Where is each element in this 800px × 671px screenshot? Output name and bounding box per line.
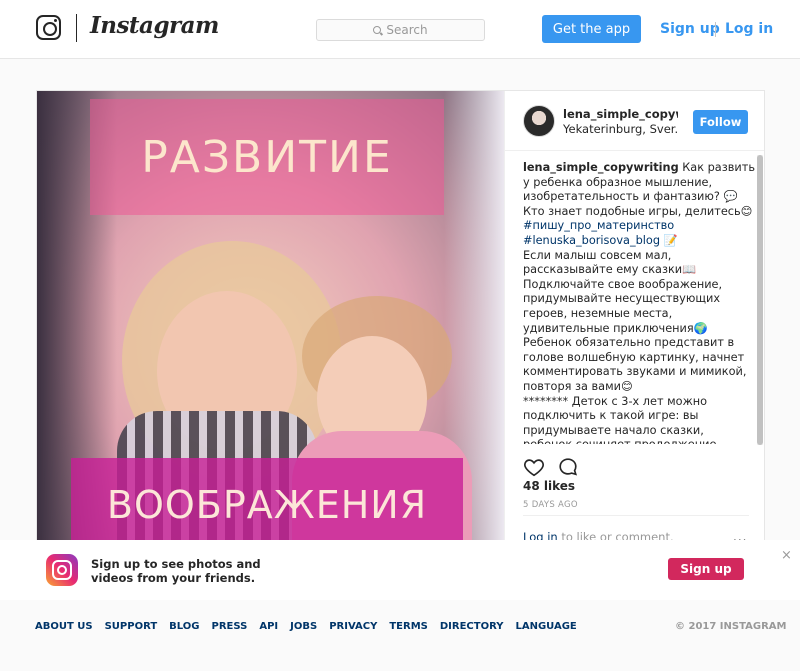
logo-divider — [76, 14, 77, 42]
nav-separator — [715, 22, 716, 37]
caption-username[interactable]: lena_simple_copywriting — [523, 161, 679, 174]
signup-banner: Sign up to see photos and videos from yo… — [0, 540, 800, 600]
photo-text-top: РАЗВИТИЕ — [141, 131, 393, 183]
search-input[interactable]: Search — [316, 19, 485, 41]
footer-link-press[interactable]: PRESS — [212, 621, 248, 632]
post-location[interactable]: Yekaterinburg, Sver... — [563, 122, 678, 136]
post-card: РАЗВИТИЕ ВООБРАЖЕНИЯ lena_simple_copywri… — [36, 90, 765, 550]
footer-link-support[interactable]: SUPPORT — [105, 621, 158, 632]
post-date: 5 DAYS AGO — [523, 500, 578, 510]
instagram-logo-icon[interactable] — [36, 15, 61, 40]
copyright: © 2017 INSTAGRAM — [675, 621, 787, 632]
photo-banner-top: РАЗВИТИЕ — [90, 99, 444, 215]
footer-link-privacy[interactable]: PRIVACY — [329, 621, 377, 632]
log-in-link[interactable]: Log in — [725, 21, 773, 37]
footer-link-api[interactable]: API — [259, 621, 278, 632]
footer-link-about-us[interactable]: ABOUT US — [35, 621, 93, 632]
search-icon — [373, 26, 382, 34]
post-header: lena_simple_copywrit Yekaterinburg, Sver… — [505, 91, 764, 151]
get-the-app-button[interactable]: Get the app — [542, 15, 641, 43]
post-photo[interactable]: РАЗВИТИЕ ВООБРАЖЕНИЯ — [37, 91, 504, 549]
post-username[interactable]: lena_simple_copywrit — [563, 107, 678, 121]
post-actions — [523, 456, 579, 480]
photo-banner-bottom: ВООБРАЖЕНИЯ — [71, 458, 463, 549]
close-icon[interactable]: × — [781, 548, 792, 563]
footer-link-terms[interactable]: TERMS — [389, 621, 428, 632]
footer-link-language[interactable]: LANGUAGE — [515, 621, 576, 632]
caption-scrollbar[interactable] — [757, 155, 763, 445]
top-nav: Instagram Search Get the app Sign up Log… — [0, 0, 800, 59]
instagram-app-icon — [46, 554, 78, 586]
footer-link-blog[interactable]: BLOG — [169, 621, 199, 632]
search-placeholder: Search — [386, 23, 428, 37]
caption-area: lena_simple_copywriting Как развить у ре… — [523, 161, 755, 444]
avatar[interactable] — [523, 105, 555, 137]
comment-icon[interactable] — [557, 456, 579, 478]
instagram-wordmark[interactable]: Instagram — [90, 12, 219, 39]
footer-link-directory[interactable]: DIRECTORY — [440, 621, 504, 632]
sign-up-link[interactable]: Sign up — [660, 21, 720, 37]
signup-banner-text: Sign up to see photos and videos from yo… — [91, 557, 261, 585]
hashtag-link[interactable]: #пишу_про_материнство — [523, 219, 674, 232]
like-count[interactable]: 48 likes — [523, 479, 575, 493]
photo-text-bottom: ВООБРАЖЕНИЯ — [106, 482, 428, 527]
footer-link-jobs[interactable]: JOBS — [290, 621, 317, 632]
footer: ABOUT US SUPPORT BLOG PRESS API JOBS PRI… — [0, 600, 800, 671]
hashtag-link[interactable]: #lenuska_borisova_blog — [523, 234, 660, 247]
caption: lena_simple_copywriting Как развить у ре… — [523, 161, 755, 444]
signup-banner-button[interactable]: Sign up — [668, 558, 744, 580]
follow-button[interactable]: Follow — [693, 110, 748, 134]
footer-links: ABOUT US SUPPORT BLOG PRESS API JOBS PRI… — [35, 621, 577, 632]
caption-text-2: 📝 Если малыш совсем мал, рассказывайте е… — [523, 233, 747, 444]
divider — [523, 515, 749, 516]
heart-icon[interactable] — [523, 456, 545, 478]
post-sidebar: lena_simple_copywrit Yekaterinburg, Sver… — [504, 91, 764, 549]
